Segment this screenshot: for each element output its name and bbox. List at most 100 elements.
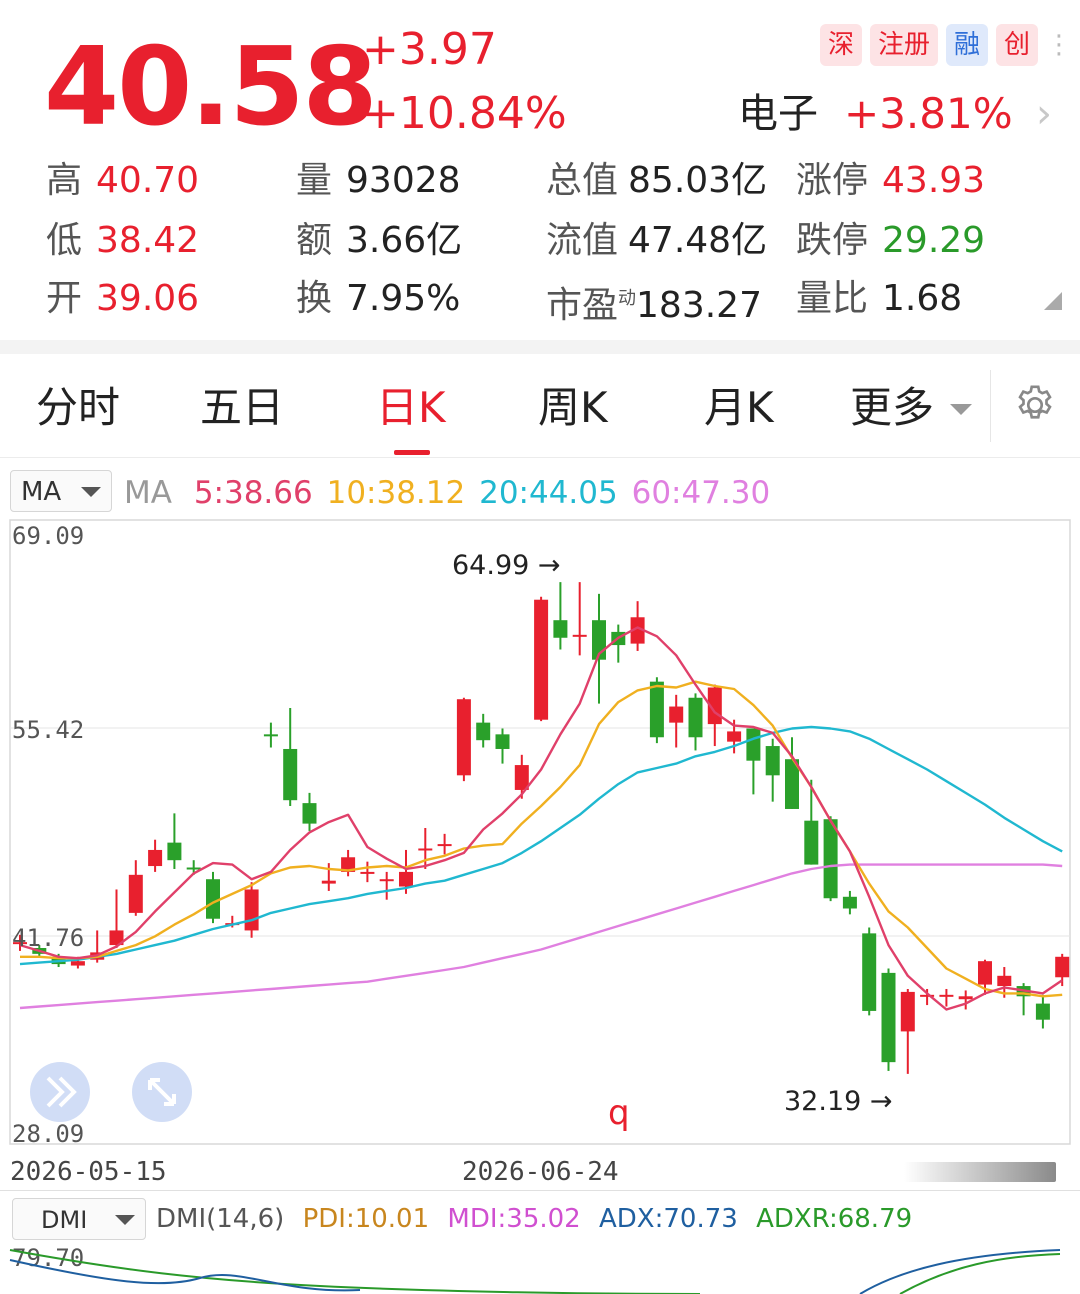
candle-body: [495, 734, 510, 749]
expand-forward-button[interactable]: [30, 1062, 90, 1122]
y-axis-max-label: 69.09: [12, 522, 84, 550]
candle-body: [649, 681, 664, 738]
candle-body: [148, 849, 163, 867]
candle-body: [128, 874, 143, 913]
low-price-marker: 32.19 →: [784, 1086, 893, 1117]
stat-pe: 市盈动183.27: [546, 285, 762, 326]
high-price-marker: 64.99 →: [452, 550, 561, 581]
price-change: +3.97: [362, 24, 497, 75]
dropdown-caret-icon: [115, 1215, 135, 1225]
candle-body: [1055, 956, 1070, 978]
stat-total-cap: 总值 85.03亿: [546, 160, 768, 201]
dropdown-caret-icon: [81, 487, 101, 497]
period-tabs: 分时 五日 日K 周K 月K 更多: [0, 354, 1080, 458]
dmi-adxr-line: [9, 1249, 701, 1294]
candle-body: [765, 746, 780, 776]
kline-chart[interactable]: 69.09 55.42 41.76 28.09 64.99 → 32.19 → …: [0, 516, 1080, 1188]
indicator-selector-main[interactable]: MA: [10, 470, 112, 512]
tab-more[interactable]: 更多: [850, 382, 934, 434]
candle-body: [70, 961, 85, 966]
candle-body: [534, 599, 549, 720]
x-axis-date-mid: 2026-06-24: [462, 1157, 619, 1187]
candle-body: [302, 803, 317, 824]
tab-monthly-k[interactable]: 月K: [704, 382, 774, 434]
dmi-title: DMI(14,6): [156, 1204, 285, 1234]
stat-amount: 额 3.66亿: [296, 220, 463, 261]
candle-body: [206, 879, 220, 919]
badge-registration[interactable]: 注册: [869, 24, 938, 66]
dmi-adxr: ADXR:68.79: [756, 1204, 913, 1234]
candle-body: [244, 889, 259, 931]
ma10-value: 10:38.12: [326, 475, 466, 511]
gear-icon[interactable]: [1012, 382, 1058, 428]
candle-body: [688, 697, 703, 738]
dmi-legend: DMI(14,6) PDI:10.01 MDI:35.02 ADX:70.73 …: [156, 1202, 912, 1236]
stat-limit-up: 涨停 43.93: [796, 160, 986, 201]
stat-low: 低 38.42: [46, 220, 200, 261]
ma-title: MA: [124, 475, 172, 511]
stat-open: 开 39.06: [46, 278, 200, 319]
more-dots-icon[interactable]: ⋮: [1046, 24, 1072, 66]
tab-daily-k[interactable]: 日K: [376, 382, 446, 434]
candle-body: [669, 706, 684, 723]
ma60-value: 60:47.30: [631, 475, 771, 511]
candle-body: [263, 734, 278, 737]
candle-body: [958, 996, 973, 1000]
stat-volume-ratio: 量比 1.68: [796, 278, 963, 319]
badge-chinext[interactable]: 创: [995, 24, 1038, 66]
chevron-down-icon[interactable]: [950, 404, 972, 415]
candle-body: [283, 748, 298, 801]
tab-weekly-k[interactable]: 周K: [538, 382, 608, 434]
event-marker-q[interactable]: q: [608, 1093, 630, 1133]
quote-header: 40.58 +3.97 +10.84% 深 注册 融 创 ⋮ 电子 +3.81%…: [0, 0, 1080, 340]
y-axis-min-label: 28.09: [12, 1120, 84, 1148]
badge-shenzhen[interactable]: 深: [819, 24, 862, 66]
candle-body: [553, 620, 568, 638]
candle: [456, 697, 471, 782]
ma20-value: 20:44.05: [479, 475, 618, 511]
price-change-pct: +10.84%: [362, 88, 567, 139]
dmi-chart[interactable]: 79.70: [0, 1240, 1080, 1294]
dmi-pdi: PDI:10.01: [302, 1204, 430, 1234]
candle-body: [746, 728, 761, 761]
candle-body: [900, 991, 915, 1032]
ma5-value: 5:38.66: [193, 475, 313, 511]
candle-body: [379, 879, 394, 882]
sector-change[interactable]: +3.81%: [844, 88, 1013, 140]
dmi-adxr-line-right: [899, 1253, 1061, 1294]
dmi-divider: [0, 1190, 1080, 1191]
stat-limit-down: 跌停 29.29: [796, 220, 986, 261]
stat-float-cap: 流值 47.48亿: [546, 220, 768, 261]
sector-name[interactable]: 电子: [738, 88, 818, 140]
candle-body: [437, 844, 452, 847]
candle-body: [842, 896, 857, 909]
tab-intraday[interactable]: 分时: [36, 382, 120, 434]
stat-turnover: 换 7.95%: [296, 278, 461, 319]
candle-body: [727, 731, 742, 742]
candle-body: [167, 842, 182, 861]
indicator-selector-sub[interactable]: DMI: [12, 1198, 146, 1240]
tab-five-day[interactable]: 五日: [200, 382, 284, 434]
fullscreen-button[interactable]: [132, 1062, 192, 1122]
candle-body: [997, 975, 1012, 987]
candle-body: [456, 699, 471, 776]
candle-body: [360, 871, 375, 874]
candle-body: [572, 634, 587, 637]
ma-legend: MA 5:38.66 10:38.12 20:44.05 60:47.30: [124, 474, 770, 512]
candle: [862, 927, 877, 1016]
candle: [244, 882, 259, 938]
stat-volume: 量 93028: [296, 160, 461, 201]
candle: [534, 596, 549, 722]
candle-body: [823, 819, 838, 899]
chevron-right-icon[interactable]: ›: [1036, 88, 1052, 140]
expand-triangle-icon[interactable]: [1044, 292, 1062, 310]
stat-high: 高 40.70: [46, 160, 200, 201]
candle: [881, 968, 896, 1071]
badge-margin[interactable]: 融: [945, 24, 988, 66]
candle-body: [399, 871, 413, 887]
chart-scrollbar[interactable]: [904, 1162, 1056, 1182]
candle-body: [862, 933, 877, 1011]
candle-body: [978, 961, 992, 985]
y-axis-low-label: 41.76: [12, 924, 84, 952]
candle-body: [418, 848, 433, 851]
